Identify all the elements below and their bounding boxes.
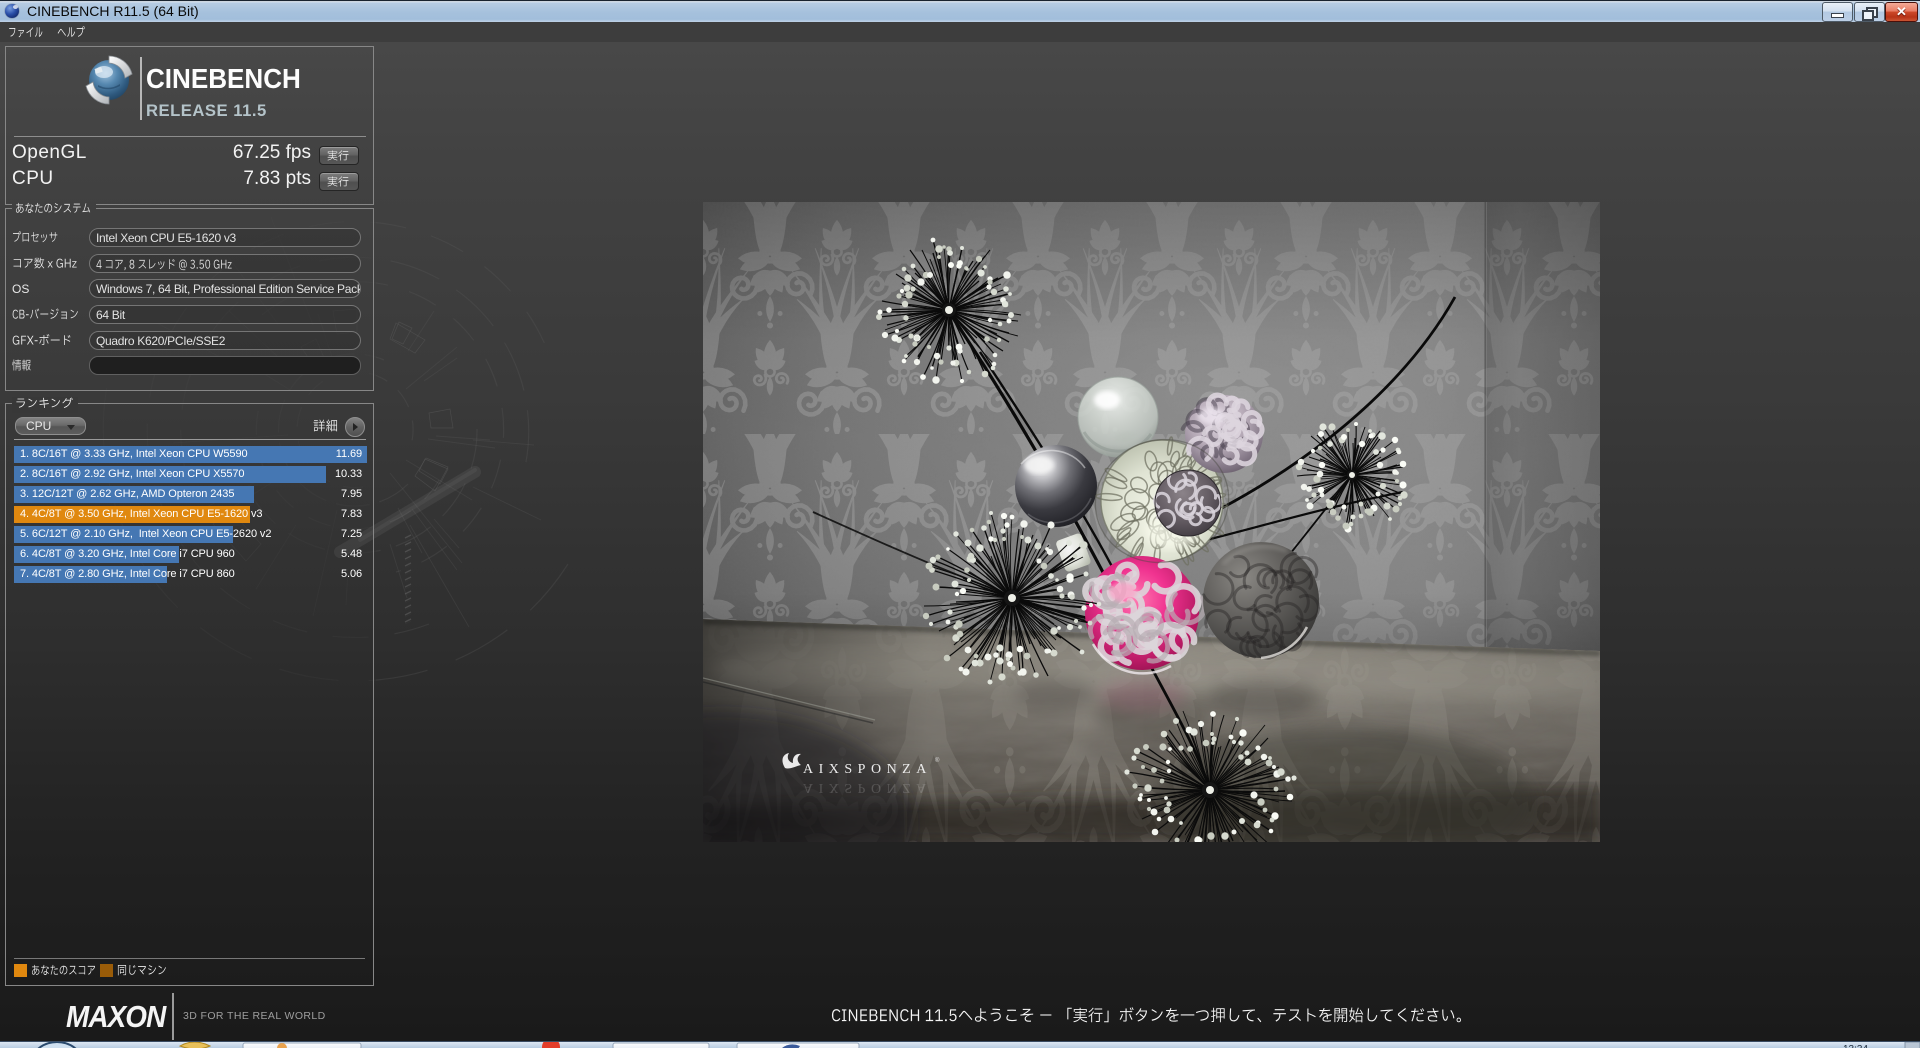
svg-text:13:34: 13:34 bbox=[1843, 1044, 1868, 1048]
svg-text:AIXSPONZA: AIXSPONZA bbox=[803, 762, 932, 777]
svg-text:AIXSPONZA: AIXSPONZA bbox=[803, 780, 932, 795]
svg-text:®: ® bbox=[935, 757, 940, 764]
